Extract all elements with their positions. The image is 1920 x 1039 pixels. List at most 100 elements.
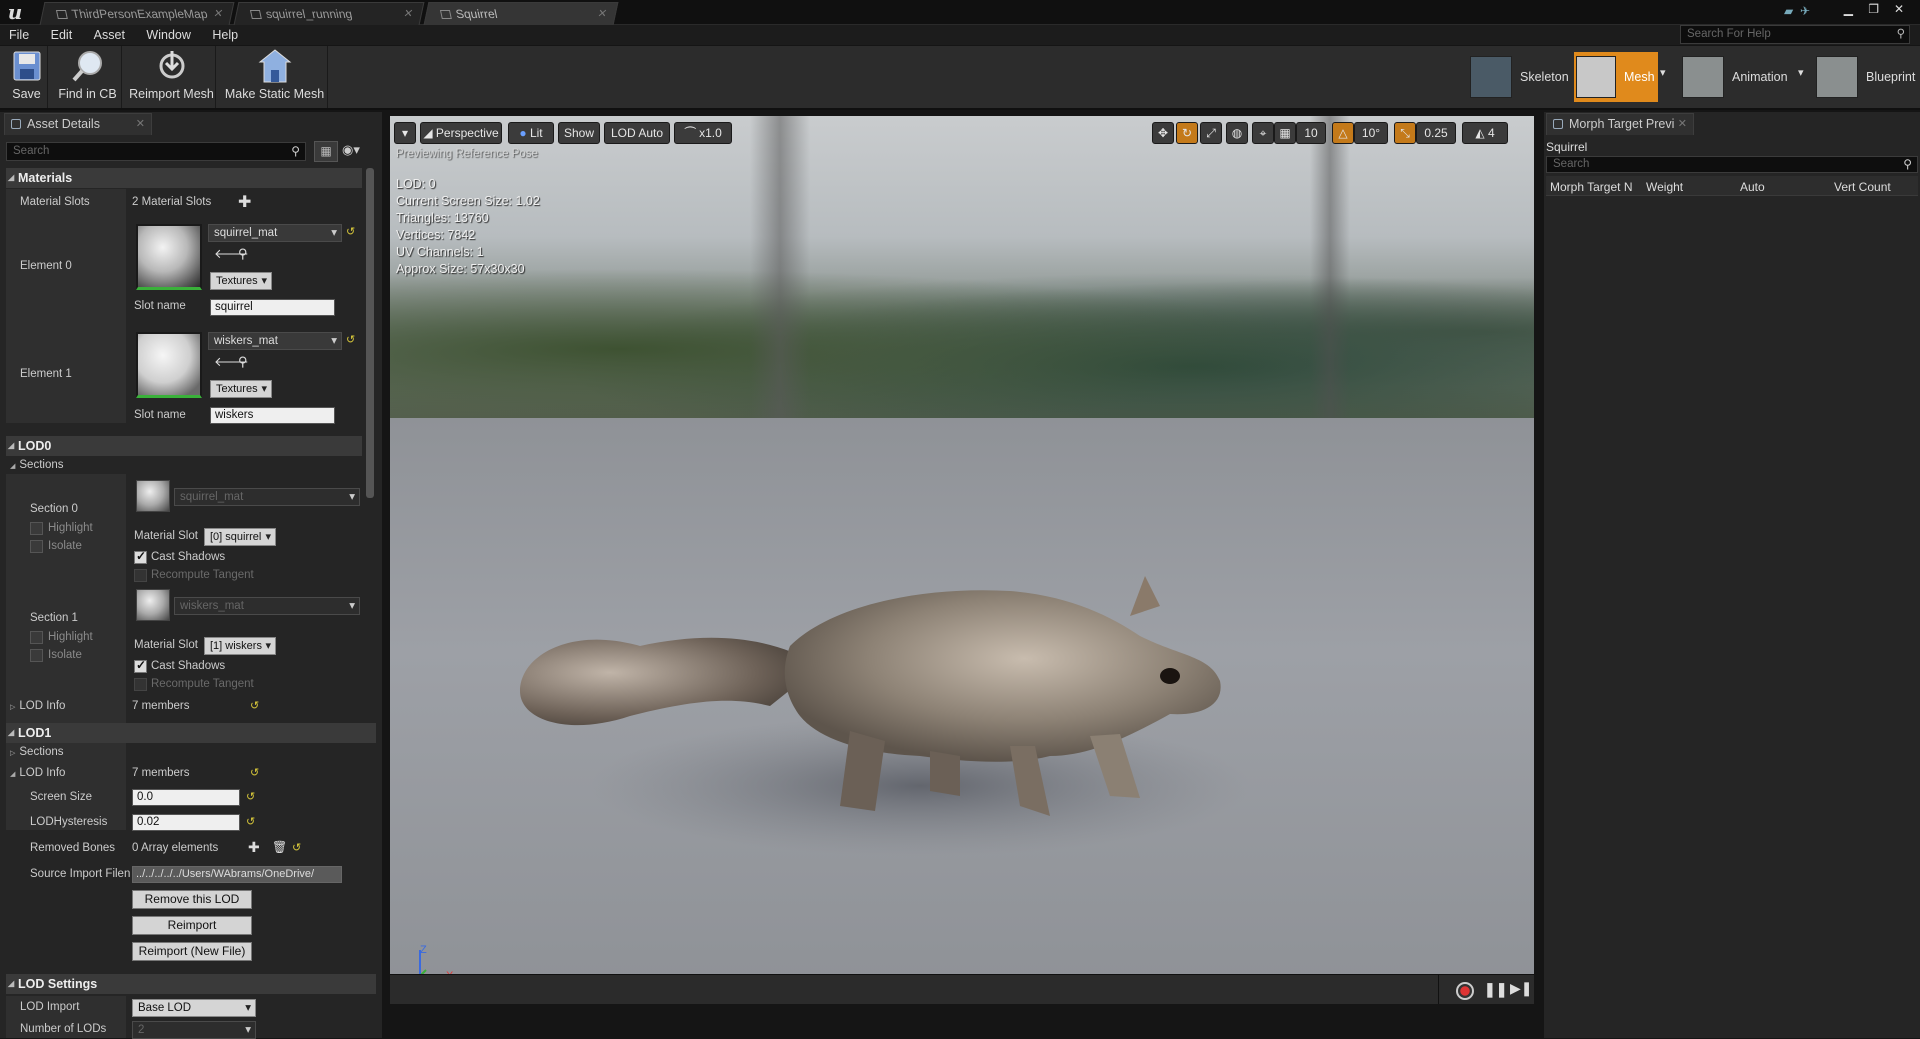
reset-to-default-icon[interactable]: ↺ [246,815,255,828]
column-header[interactable]: Weight [1646,180,1683,194]
menu-window[interactable]: Window [137,25,199,45]
menu-asset[interactable]: Asset [85,25,134,45]
close-window-button[interactable]: ✕ [1888,2,1910,16]
mode-animation[interactable]: Animation [1682,52,1802,102]
rotate-tool-icon[interactable]: ↻ [1176,122,1198,144]
tab-asset-details[interactable]: Asset Details ✕ [4,113,152,135]
lit-button[interactable]: ● Lit [508,122,554,144]
tab-squirrel[interactable]: Squirrel ✕ [423,2,619,25]
screen-size-field[interactable]: 0.0 [132,789,240,806]
isolate-checkbox[interactable] [30,540,43,553]
lod-import-dropdown[interactable]: Base LOD [132,999,256,1017]
category-lod0[interactable]: LOD0 [6,436,362,456]
find-in-cb-button[interactable]: Find in CB [54,46,122,108]
surface-snap-icon[interactable]: ⌖ [1252,122,1274,144]
material-picker-dropdown[interactable]: squirrel_mat [208,224,342,242]
material-thumbnail[interactable] [136,332,202,398]
category-lod1[interactable]: LOD1 [6,723,376,743]
column-header[interactable]: Auto [1740,180,1765,194]
scale-tool-icon[interactable]: ⤢ [1200,122,1222,144]
morph-search-input[interactable]: Search ⚲ [1546,156,1918,173]
column-header[interactable]: Vert Count [1834,180,1891,194]
playback-speed-button[interactable]: ⏜ x1.0 [674,122,732,144]
lod-auto-button[interactable]: LOD Auto [604,122,670,144]
step-forward-button[interactable]: ▶❚ [1510,980,1533,997]
category-lod-settings[interactable]: LOD Settings [6,974,376,994]
save-button[interactable]: Save [6,46,48,108]
viewport-options-button[interactable]: ▾ [394,122,416,144]
grid-snap-icon[interactable]: ▦ [1274,122,1296,144]
category-materials[interactable]: Materials [6,168,362,188]
tab-morph-target-preview[interactable]: Morph Target Previ ✕ [1546,113,1694,135]
mesh-dropdown-arrow-icon[interactable]: ▾ [1660,66,1666,79]
highlight-checkbox[interactable] [30,522,43,535]
reimport-mesh-button[interactable]: Reimport Mesh [128,46,216,108]
reimport-button[interactable]: Reimport [132,916,252,935]
make-static-mesh-button[interactable]: Make Static Mesh [222,46,328,108]
perspective-button[interactable]: ◢ Perspective [420,122,502,144]
reset-to-default-icon[interactable]: ↺ [346,225,355,238]
translate-tool-icon[interactable]: ✥ [1152,122,1174,144]
help-search-input[interactable]: Search For Help ⚲ [1680,25,1910,44]
material-slot-dropdown[interactable]: [0] squirrel [204,528,276,546]
column-header[interactable]: Morph Target N [1550,180,1632,194]
pause-button[interactable]: ❚❚ [1484,981,1507,998]
material-picker-dropdown[interactable]: wiskers_mat [208,332,342,350]
source-control-icon[interactable]: ✈ [1800,4,1810,18]
close-icon[interactable]: ✕ [595,3,609,25]
browse-search-icon[interactable]: ⚲ [238,246,248,262]
minimize-button[interactable]: ▁ [1837,2,1859,16]
splitter[interactable] [1534,112,1544,1038]
menu-file[interactable]: File [0,25,38,45]
grid-snap-value[interactable]: 10 [1296,122,1326,144]
reset-to-default-icon[interactable]: ↺ [246,790,255,803]
rotation-snap-value[interactable]: 10° [1354,122,1388,144]
mode-skeleton[interactable]: Skeleton [1468,52,1570,102]
property-matrix-icon[interactable]: ▦ [314,141,338,162]
lod-hysteresis-field[interactable]: 0.02 [132,814,240,831]
close-icon[interactable]: ✕ [1678,114,1687,134]
sections-group[interactable]: Sections [10,457,63,475]
cast-shadows-checkbox[interactable] [134,549,147,564]
tab-thirdpersonexamplemap[interactable]: ThirdPersonExampleMap ✕ [39,2,235,25]
lod-info-group[interactable]: LOD Info [10,765,65,783]
reset-to-default-icon[interactable]: ↺ [250,766,259,779]
remove-lod-button[interactable]: Remove this LOD [132,890,252,909]
menu-help[interactable]: Help [203,25,247,45]
lod-info-group[interactable]: LOD Info [10,698,65,716]
tab-squirrel-running[interactable]: squirrel_running ✕ [233,2,425,25]
material-thumbnail[interactable] [136,224,202,290]
close-icon[interactable]: ✕ [211,3,225,25]
camera-speed-button[interactable]: ◭ 4 [1462,122,1508,144]
details-search-input[interactable]: Search ⚲ [6,142,306,161]
cast-shadows-checkbox[interactable] [134,658,147,673]
reimport-new-file-button[interactable]: Reimport (New File) [132,942,252,961]
reset-to-default-icon[interactable]: ↺ [250,699,259,712]
textures-dropdown[interactable]: Textures [210,380,272,398]
record-button[interactable] [1456,982,1474,1000]
textures-dropdown[interactable]: Textures [210,272,272,290]
splitter[interactable] [382,112,390,1038]
show-button[interactable]: Show [558,122,600,144]
menu-edit[interactable]: Edit [42,25,82,45]
isolate-checkbox[interactable] [30,649,43,662]
notification-icons[interactable]: ▰ ✈ [1784,4,1810,18]
animation-dropdown-arrow-icon[interactable]: ▾ [1798,66,1804,79]
scale-snap-value[interactable]: 0.25 [1416,122,1456,144]
details-scrollbar[interactable] [366,168,374,498]
close-icon[interactable]: ✕ [401,3,415,25]
chat-icon[interactable]: ▰ [1784,4,1793,18]
close-icon[interactable]: ✕ [136,114,145,134]
browse-search-icon[interactable]: ⚲ [238,354,248,370]
world-local-icon[interactable]: ◍ [1226,122,1248,144]
rotation-snap-icon[interactable]: △ [1332,122,1354,144]
trash-icon[interactable]: 🗑 [272,840,287,854]
mode-blueprint[interactable]: Blueprint [1816,52,1918,102]
maximize-button[interactable]: ❐ [1863,2,1885,16]
add-material-slot-icon[interactable]: ✚ [238,192,251,212]
add-element-icon[interactable]: ✚ [248,839,260,856]
slot-name-field[interactable]: wiskers [210,407,335,424]
sections-group[interactable]: Sections [10,744,63,762]
viewport[interactable]: ▾ ◢ Perspective ● Lit Show LOD Auto ⏜ x1… [390,116,1534,1004]
scale-snap-icon[interactable]: ⤡ [1394,122,1416,144]
